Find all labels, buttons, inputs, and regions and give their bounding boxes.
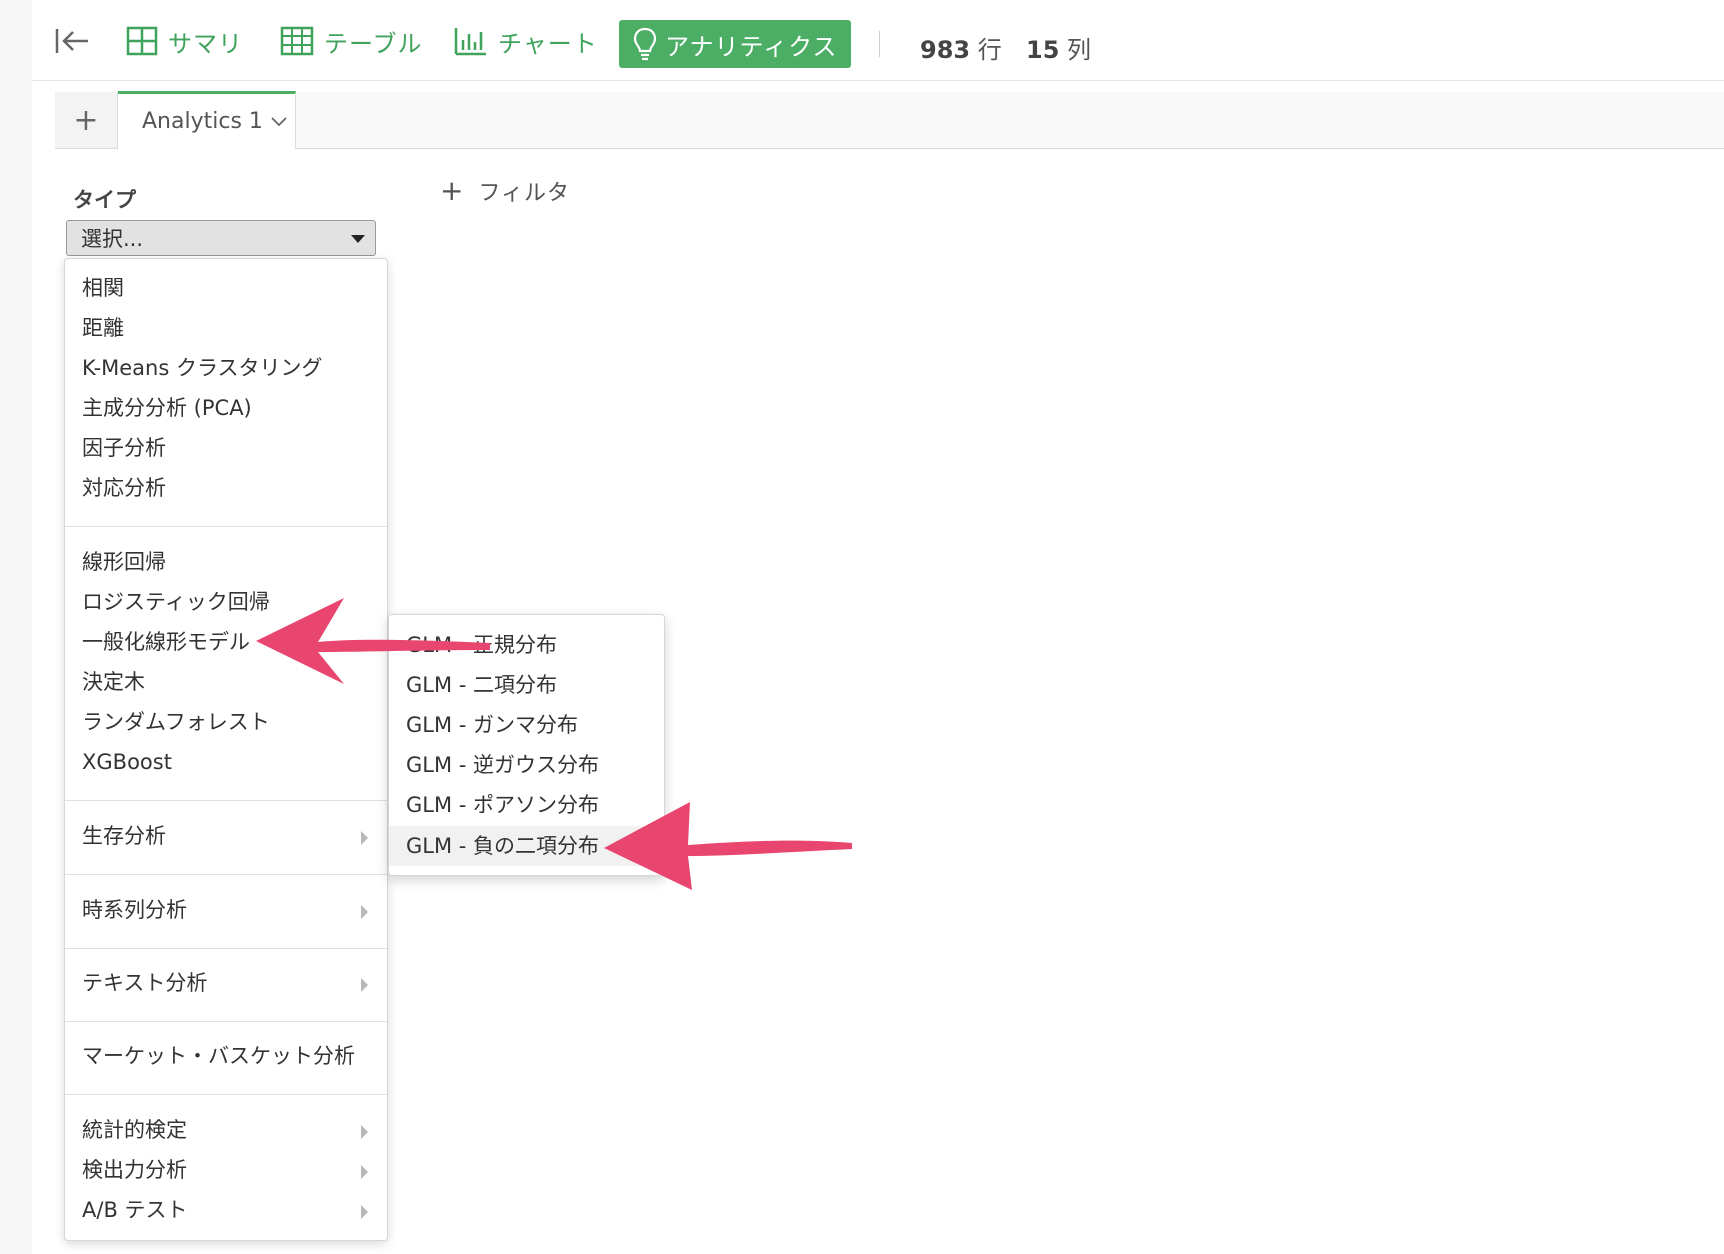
table-label: テーブル [324, 29, 423, 58]
add-tab-button[interactable]: + [55, 92, 118, 148]
add-filter-button[interactable]: + フィルタ [440, 174, 570, 207]
column-count-value: 15 [1026, 36, 1060, 64]
menu-divider [65, 874, 387, 875]
analytics-label: アナリティクス [665, 32, 838, 61]
submenu-arrow-icon [361, 1125, 368, 1139]
menu-divider [65, 1021, 387, 1022]
menu-item-survival-analysis[interactable]: 生存分析 [82, 816, 166, 856]
submenu-arrow-icon [361, 1205, 368, 1219]
summary-tab-button[interactable]: サマリ [126, 24, 243, 58]
app-window: サマリ テーブル チャート アナリティクス 983 行 15 列 + Analy… [0, 0, 1724, 1254]
row-count-value: 983 [920, 36, 971, 64]
table-icon [280, 26, 314, 56]
type-select[interactable]: 選択... [66, 220, 376, 256]
tab-label: Analytics 1 [142, 109, 263, 134]
menu-item-text-analysis[interactable]: テキスト分析 [82, 963, 207, 1003]
menu-item-glm[interactable]: 一般化線形モデル [82, 622, 250, 662]
menu-item-distance[interactable]: 距離 [82, 308, 124, 348]
submenu-arrow-icon [361, 978, 368, 992]
submenu-item-glm-gamma[interactable]: GLM - ガンマ分布 [389, 705, 664, 745]
menu-item-correspondence-analysis[interactable]: 対応分析 [82, 468, 166, 508]
menu-item-statistical-test[interactable]: 統計的検定 [82, 1110, 187, 1150]
top-toolbar: サマリ テーブル チャート アナリティクス 983 行 15 列 [32, 0, 1724, 81]
menu-item-linear-regression[interactable]: 線形回帰 [82, 542, 166, 582]
tab-analytics-1[interactable]: Analytics 1 [118, 91, 296, 149]
submenu-item-glm-normal[interactable]: GLM - 正規分布 [389, 625, 664, 665]
summary-label: サマリ [168, 29, 243, 58]
chevron-down-icon[interactable] [271, 116, 287, 127]
menu-divider [65, 1094, 387, 1095]
submenu-arrow-icon [361, 1165, 368, 1179]
toolbar-divider [879, 31, 880, 57]
filter-label: フィルタ [478, 180, 571, 206]
type-select-value: 選択... [81, 227, 144, 251]
analytics-tab-button[interactable]: アナリティクス [619, 20, 851, 68]
column-count: 15 列 [1026, 30, 1091, 65]
chart-tab-button[interactable]: チャート [454, 24, 598, 58]
analytics-type-menu: 相関 距離 K-Means クラスタリング 主成分分析 (PCA) 因子分析 対… [64, 258, 388, 1241]
submenu-arrow-icon [361, 905, 368, 919]
menu-item-correlation[interactable]: 相関 [82, 268, 124, 308]
row-count-unit: 行 [977, 36, 1002, 64]
menu-item-logistic-regression[interactable]: ロジスティック回帰 [82, 582, 270, 622]
lightbulb-icon [633, 27, 657, 61]
grid-icon [126, 26, 158, 56]
submenu-item-glm-inverse-gaussian[interactable]: GLM - 逆ガウス分布 [389, 745, 664, 785]
glm-submenu: GLM - 正規分布 GLM - 二項分布 GLM - ガンマ分布 GLM - … [388, 614, 665, 876]
bar-chart-icon [454, 28, 486, 56]
analytics-tab-strip: + Analytics 1 [55, 91, 1724, 149]
menu-item-power-analysis[interactable]: 検出力分析 [82, 1150, 187, 1190]
menu-item-decision-tree[interactable]: 決定木 [82, 662, 145, 702]
submenu-item-glm-negative-binomial[interactable]: GLM - 負の二項分布 [389, 826, 664, 866]
type-label: タイプ [73, 188, 136, 212]
collapse-left-icon[interactable] [54, 26, 90, 56]
left-gutter [0, 0, 32, 1254]
menu-item-kmeans[interactable]: K-Means クラスタリング [82, 348, 323, 388]
menu-divider [65, 948, 387, 949]
menu-item-pca[interactable]: 主成分分析 (PCA) [82, 388, 252, 428]
table-tab-button[interactable]: テーブル [280, 24, 423, 58]
submenu-item-glm-binomial[interactable]: GLM - 二項分布 [389, 665, 664, 705]
menu-item-market-basket[interactable]: マーケット・バスケット分析 [82, 1036, 355, 1076]
row-count: 983 行 [920, 30, 1002, 65]
menu-item-time-series[interactable]: 時系列分析 [82, 890, 187, 930]
submenu-arrow-icon [361, 831, 368, 845]
submenu-item-glm-poisson[interactable]: GLM - ポアソン分布 [389, 785, 664, 825]
chart-label: チャート [498, 29, 598, 58]
menu-divider [65, 800, 387, 801]
plus-icon: + [440, 174, 465, 207]
caret-down-icon [351, 235, 365, 243]
menu-item-random-forest[interactable]: ランダムフォレスト [82, 702, 270, 742]
menu-item-xgboost[interactable]: XGBoost [82, 742, 172, 782]
menu-item-ab-test[interactable]: A/B テスト [82, 1190, 188, 1230]
column-count-unit: 列 [1067, 36, 1092, 64]
menu-item-factor-analysis[interactable]: 因子分析 [82, 428, 166, 468]
menu-divider [65, 526, 387, 527]
